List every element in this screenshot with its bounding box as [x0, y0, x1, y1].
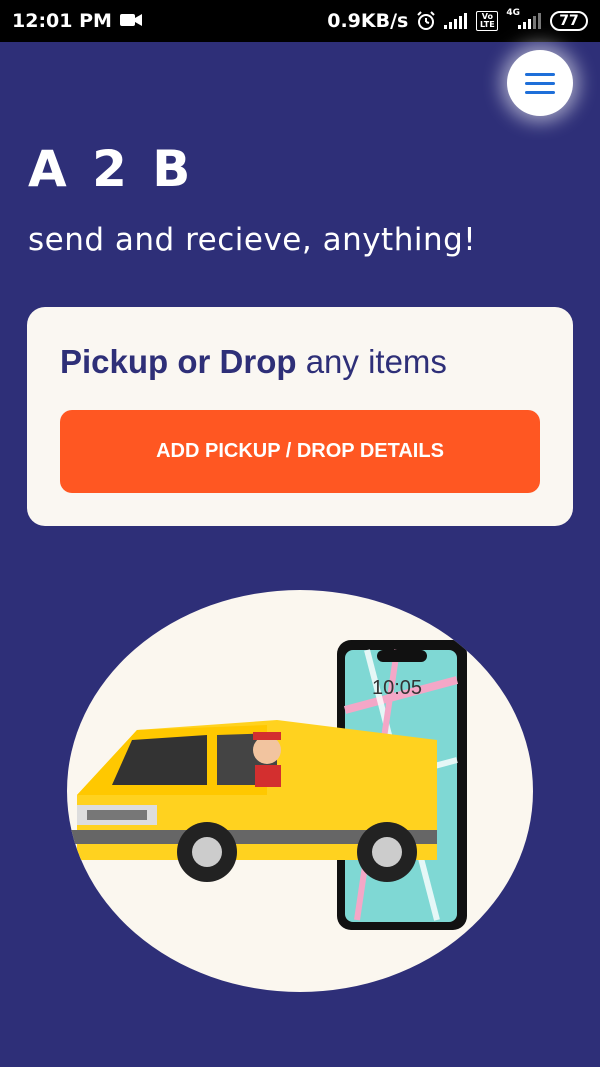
card-heading-rest: any items	[296, 343, 447, 380]
pickup-card: Pickup or Drop any items ADD PICKUP / DR…	[27, 307, 573, 526]
menu-button[interactable]	[507, 50, 573, 116]
app-title: A 2 B	[28, 140, 195, 198]
status-time: 12:01 PM	[12, 10, 112, 32]
phone-time: 10:05	[372, 677, 422, 699]
status-left: 12:01 PM	[12, 10, 142, 32]
status-right: 0.9KB/s Vo LTE 4G 77	[327, 8, 588, 32]
delivery-illustration: 10:05	[67, 590, 533, 992]
signal-icon	[444, 13, 468, 29]
battery-icon: 77	[550, 11, 588, 31]
tagline: send and recieve, anything!	[28, 222, 477, 258]
network-speed: 0.9KB/s	[327, 10, 409, 32]
card-heading: Pickup or Drop any items	[60, 343, 447, 381]
alarm-icon	[416, 11, 436, 31]
add-pickup-drop-button[interactable]: ADD PICKUP / DROP DETAILS	[60, 410, 540, 493]
menu-icon	[525, 72, 555, 94]
van-graphic	[67, 720, 437, 882]
signal-icon-2	[518, 13, 542, 29]
status-bar: 12:01 PM 0.9KB/s Vo LTE 4G 77	[0, 0, 600, 42]
volte-icon: Vo LTE	[476, 11, 499, 31]
video-camera-icon	[119, 10, 142, 32]
card-heading-strong: Pickup or Drop	[60, 343, 297, 380]
